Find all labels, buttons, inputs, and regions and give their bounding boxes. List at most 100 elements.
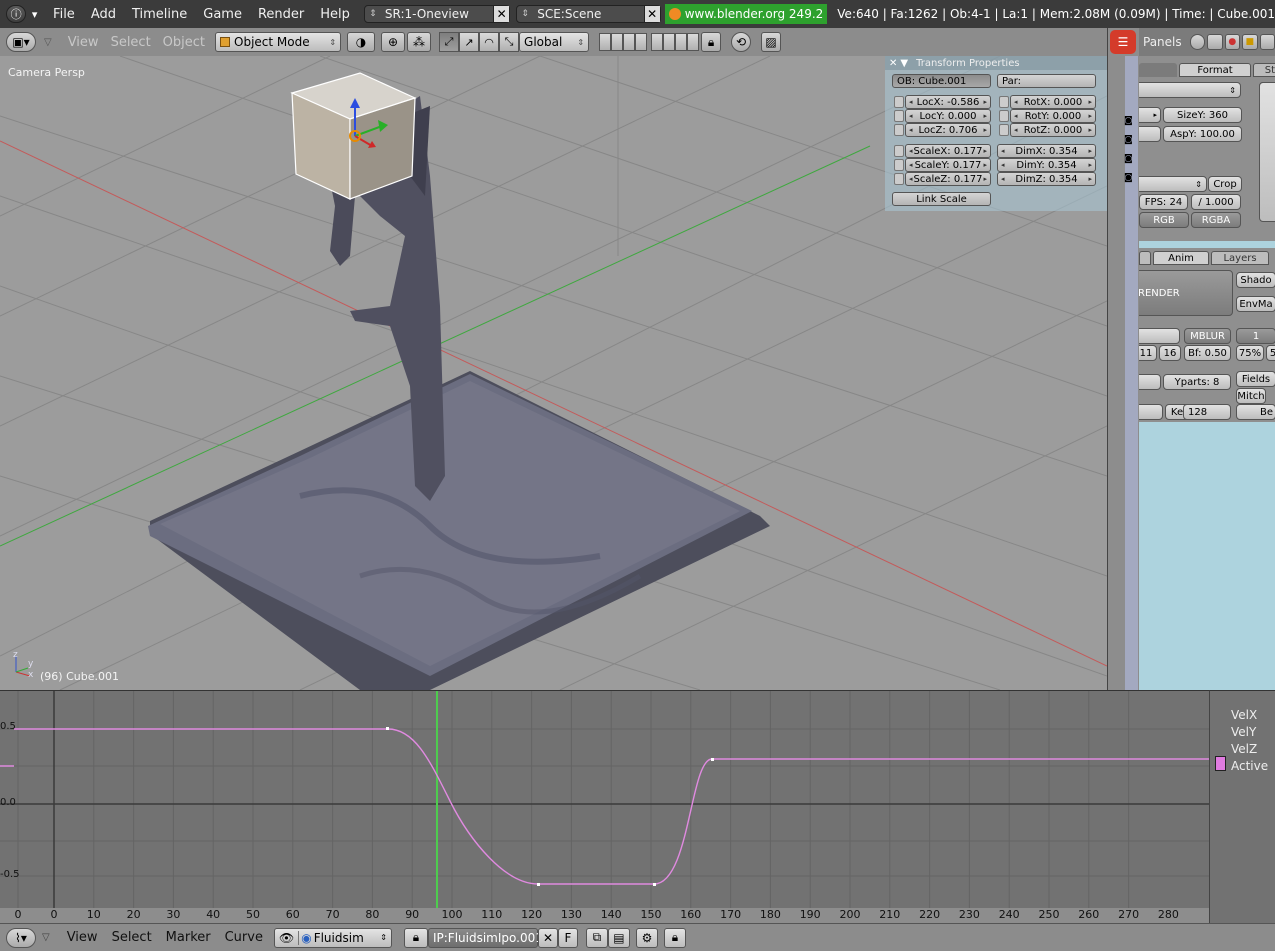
layer-2[interactable] [611, 33, 624, 51]
active-curve[interactable] [0, 728, 1209, 885]
keyframe[interactable] [537, 883, 540, 886]
lock-icon[interactable] [999, 96, 1009, 108]
lock-view-button[interactable]: 🔒︎ [663, 927, 686, 948]
fields-button[interactable]: Fields [1236, 371, 1275, 387]
locx-field[interactable]: ◂ LocX: -0.586 ▸ [905, 95, 991, 109]
roty-field[interactable]: ◂ RotY: 0.000 ▸ [1010, 109, 1096, 123]
scalex-field[interactable]: ◂ ScaleX: 0.177 ▸ [905, 144, 991, 158]
rgba-button[interactable]: RGBA [1191, 212, 1241, 228]
blender-url[interactable]: www.blender.org 249.2 [664, 4, 828, 24]
menu-select[interactable]: Select [105, 35, 157, 50]
mode-dropdown[interactable]: Object Mode ⇕ [215, 32, 342, 52]
scene-browse-icon[interactable]: ⇕ [517, 9, 533, 19]
translate-icon[interactable]: ↗ [459, 32, 480, 52]
border-button[interactable]: Be [1236, 404, 1275, 420]
draw-type-button[interactable]: ◑ [347, 32, 376, 52]
ipo-browse-button[interactable]: 🔒︎ [403, 927, 428, 948]
ipo-name-field[interactable]: IP:FluidsimIpo.001 [427, 927, 543, 948]
aspx-field[interactable] [1139, 126, 1161, 142]
close-icon[interactable]: ✕ [889, 58, 897, 69]
keyframe[interactable] [386, 727, 389, 730]
keyframe[interactable] [711, 758, 714, 761]
size-50-button[interactable]: 5 [1266, 345, 1275, 361]
osa-16-button[interactable]: 16 [1159, 345, 1181, 361]
fps-field[interactable]: FPS: 24 [1139, 194, 1188, 210]
lock-icon[interactable] [999, 110, 1009, 122]
menu-marker[interactable]: Marker [159, 930, 218, 945]
sizey-field[interactable]: SizeY: 360 [1163, 107, 1242, 123]
osa-11-button[interactable]: 11 [1139, 345, 1157, 361]
dimx-field[interactable]: ◂ DimX: 0.354 ▸ [997, 144, 1096, 158]
screenshot-button[interactable]: ▨ [761, 32, 782, 52]
lock-icon[interactable] [894, 124, 904, 136]
locy-field[interactable]: ◂ LocY: 0.000 ▸ [905, 109, 991, 123]
area-splitter[interactable]: ◙ ◙ ◙ ◙ [1107, 28, 1139, 690]
image-type-dropdown[interactable]: ⇕ [1139, 176, 1207, 192]
lock-icon[interactable] [894, 96, 904, 108]
size-75-button[interactable]: 75% [1236, 345, 1264, 361]
link-scale-button[interactable]: Link Scale [892, 192, 991, 206]
menu-select[interactable]: Select [105, 930, 159, 945]
crop-button[interactable]: Crop [1208, 176, 1242, 192]
ipo-curve-editor[interactable]: 0.5 0.0 -0.5 [0, 690, 1209, 923]
key-spacer[interactable] [1139, 404, 1163, 420]
render-button[interactable]: RENDER [1139, 270, 1233, 316]
rgb-button[interactable]: RGB [1139, 212, 1189, 228]
dimy-field[interactable]: ◂ DimY: 0.354 ▸ [997, 158, 1096, 172]
bf-field[interactable]: Bf: 0.50 [1184, 345, 1231, 361]
scaley-field[interactable]: ◂ ScaleY: 0.177 ▸ [905, 158, 991, 172]
object-icon[interactable]: ■ [1242, 34, 1258, 50]
collapse-menu-icon[interactable]: ▽ [44, 37, 52, 48]
layer-7[interactable] [675, 33, 688, 51]
envmap-button[interactable]: EnvMa [1236, 296, 1275, 312]
menu-object[interactable]: Object [157, 35, 211, 50]
keyframe[interactable] [653, 883, 656, 886]
layer-3[interactable] [623, 33, 636, 51]
lock-icon[interactable] [894, 159, 904, 171]
frame-ruler[interactable]: 0 0 10 20 30 40 50 60 70 80 90 100 110 120 130 140 150 16… [0, 908, 1209, 923]
aspy-field[interactable]: AspY: 100.00 [1163, 126, 1242, 142]
menu-render[interactable]: Render [250, 7, 312, 22]
layer-1[interactable] [599, 33, 612, 51]
scene-name[interactable]: SCE:Scene [533, 7, 643, 21]
tab-left[interactable] [1139, 63, 1177, 77]
scale-icon[interactable]: ⤡ [499, 32, 520, 52]
size-percent-top[interactable]: 1 [1236, 328, 1275, 344]
viewport-3d[interactable]: z x y Camera Persp (96) Cube.001 ✕ ▼ Tra… [0, 56, 1107, 690]
parent-field[interactable]: Par: [997, 74, 1096, 88]
rotate-icon[interactable]: ◠ [479, 32, 500, 52]
channel-velx[interactable]: VelX [1231, 708, 1257, 722]
menu-add[interactable]: Add [83, 7, 124, 22]
pivot-button[interactable]: ⊕ [381, 32, 406, 52]
mblur-button[interactable]: MBLUR [1184, 328, 1231, 344]
lock-icon[interactable] [894, 110, 904, 122]
camera-icon[interactable]: ◙ [1124, 135, 1133, 145]
fake-user-button[interactable]: F [557, 927, 578, 948]
editor-type-icon[interactable]: ⌇▾ [6, 927, 36, 948]
yparts-field[interactable]: Yparts: 8 [1163, 374, 1231, 390]
sizex-field[interactable]: ▸ [1139, 107, 1161, 123]
snap-button[interactable]: ⁂ [407, 32, 432, 52]
panel-header[interactable]: ✕ ▼ Transform Properties [885, 56, 1107, 70]
opengl-render-button[interactable]: ⟲ [731, 32, 752, 52]
channel-vely[interactable]: VelY [1231, 725, 1256, 739]
collapse-icon[interactable]: ▼ [900, 58, 908, 69]
screen-name[interactable]: SR:1-Oneview [381, 7, 493, 21]
layer-6[interactable] [663, 33, 676, 51]
menu-game[interactable]: Game [195, 7, 250, 22]
lock-icon[interactable] [999, 124, 1009, 136]
mitch-button[interactable]: Mitch [1236, 388, 1266, 404]
menu-timeline[interactable]: Timeline [124, 7, 195, 22]
object-name-field[interactable]: OB: Cube.001 [892, 74, 991, 88]
rotz-field[interactable]: ◂ RotZ: 0.000 ▸ [1010, 123, 1096, 137]
lock-icon[interactable] [894, 173, 904, 185]
camera-icon[interactable]: ◙ [1124, 154, 1133, 164]
channel-active[interactable]: Active [1231, 759, 1268, 773]
tab-render[interactable] [1139, 251, 1151, 265]
translate-manipulator-icon[interactable]: ⤢ [439, 32, 460, 52]
osa-field[interactable] [1139, 328, 1180, 344]
layer-8[interactable] [687, 33, 700, 51]
menu-help[interactable]: Help [312, 7, 358, 22]
info-icon[interactable]: ⓘ [6, 5, 27, 23]
tab-stamp[interactable]: Sta [1253, 63, 1275, 77]
